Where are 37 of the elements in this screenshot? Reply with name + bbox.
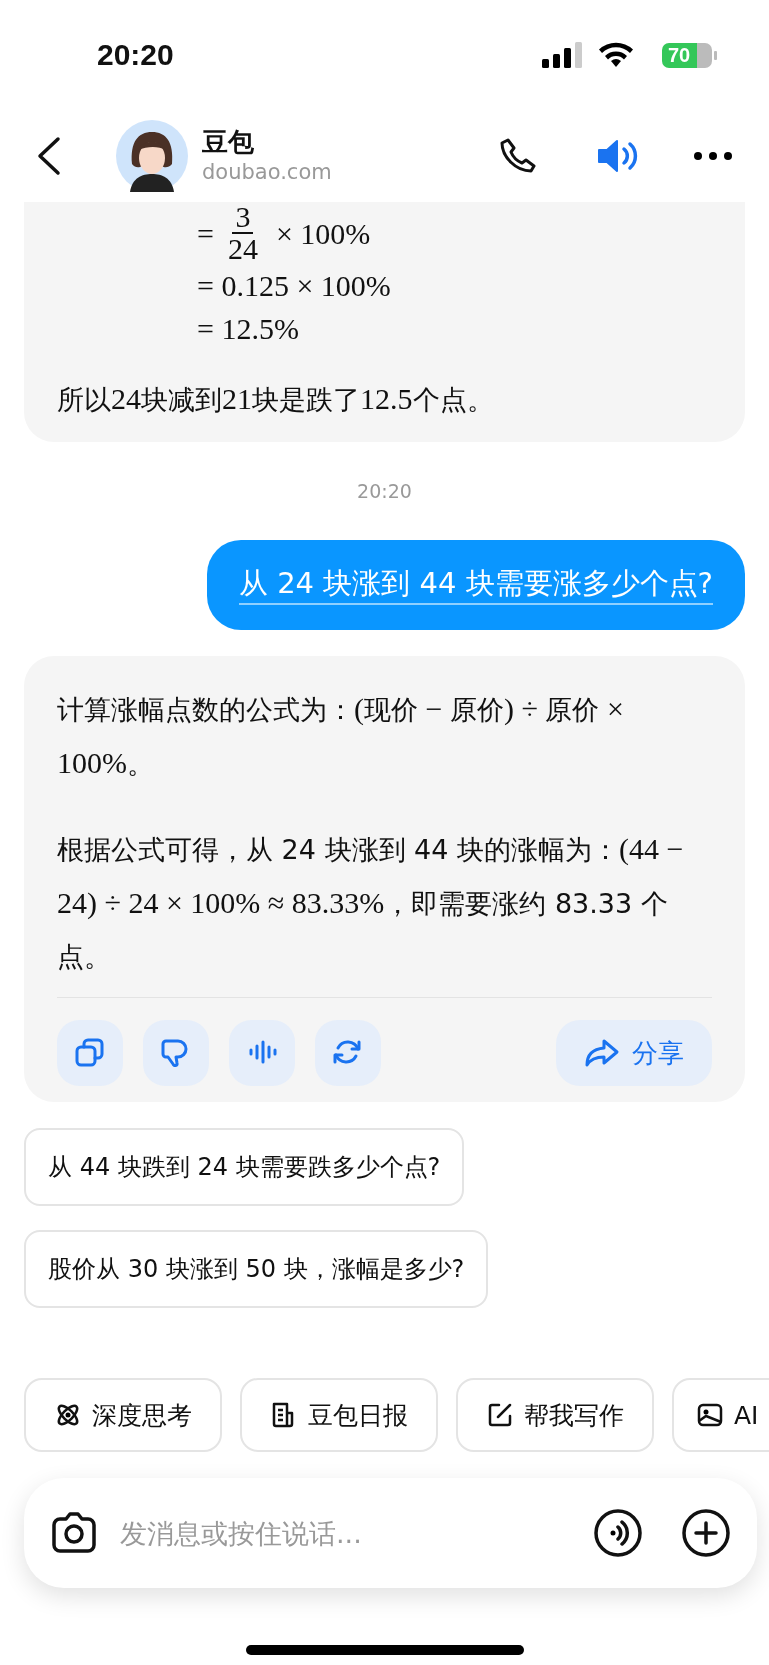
battery-indicator: 70: [662, 42, 717, 68]
share-button[interactable]: 分享: [556, 1020, 712, 1086]
answer-paragraph: 根据公式可得，从 24 块涨到 44 块的涨幅为：(44 − 24) ÷ 24 × 100% ≈ 83.33%，即需要涨约 83.33 个点。: [57, 831, 685, 974]
answer-paragraph: 计算涨幅点数的公式为：(现价 − 原价) ÷ 原价 × 100%。: [57, 691, 625, 781]
more-icon[interactable]: [693, 151, 733, 161]
camera-icon[interactable]: [50, 1511, 98, 1555]
contact-name: 豆包: [202, 126, 255, 158]
shortcut-chip[interactable]: 深度思考: [24, 1378, 222, 1452]
back-icon[interactable]: [36, 136, 62, 176]
contact-website: doubao.com: [202, 159, 333, 186]
image-icon: [696, 1401, 724, 1429]
phone-icon[interactable]: [499, 137, 537, 175]
math-line: = 0.125 × 100%: [197, 268, 391, 304]
regenerate-button[interactable]: [315, 1020, 381, 1086]
wifi-icon: [598, 42, 634, 68]
avatar[interactable]: [116, 120, 188, 192]
shortcut-chip[interactable]: 帮我写作: [456, 1378, 654, 1452]
shortcut-chip[interactable]: AI: [672, 1378, 769, 1452]
answer-paragraph: 所以24块减到21块是跌了 12.5个点。: [57, 381, 495, 417]
message-time: 20:20: [357, 480, 412, 502]
dislike-button[interactable]: [143, 1020, 209, 1086]
message-input[interactable]: 发消息或按住说话...: [118, 1507, 593, 1559]
clock-time: 20:20: [97, 38, 175, 72]
suggestion-chip[interactable]: 从 44 块跌到 24 块需要跌多少个点?: [24, 1128, 465, 1206]
edit-icon: [486, 1401, 514, 1429]
signal-icon: [542, 42, 584, 68]
voice-icon[interactable]: [593, 1508, 643, 1558]
read-aloud-button[interactable]: [229, 1020, 295, 1086]
shortcut-chip[interactable]: 豆包日报: [240, 1378, 438, 1452]
math-line: = 12.5%: [197, 311, 299, 347]
add-icon[interactable]: [681, 1508, 731, 1558]
share-arrow-icon: [584, 1038, 620, 1068]
copy-button[interactable]: [57, 1020, 123, 1086]
battery-cap-icon: [714, 50, 717, 60]
suggestion-chip[interactable]: 股价从 30 块涨到 50 块，涨幅是多少?: [24, 1230, 489, 1308]
copy-icon: [74, 1037, 106, 1069]
user-message-text: 从 24 块涨到 44 块需要涨多少个点?: [238, 566, 713, 605]
